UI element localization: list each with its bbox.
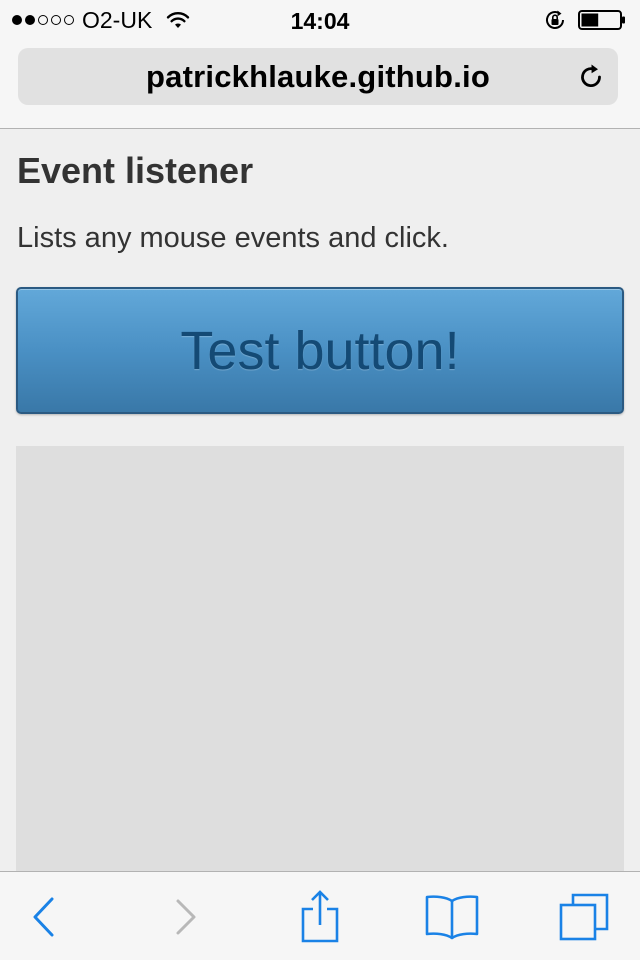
- share-button[interactable]: [290, 872, 350, 960]
- event-log-area: [16, 446, 624, 872]
- url-text[interactable]: patrickhlauke.github.io: [18, 48, 618, 105]
- bookmarks-icon: [425, 894, 479, 939]
- tabs-icon: [559, 893, 609, 940]
- page-title: Event listener: [17, 150, 254, 191]
- forward-icon: [176, 899, 196, 934]
- reload-icon[interactable]: [576, 62, 606, 92]
- browser-address-area: patrickhlauke.github.io: [0, 40, 640, 129]
- bookmarks-button[interactable]: [420, 872, 484, 960]
- forward-button[interactable]: [156, 872, 216, 960]
- status-right: [544, 0, 626, 40]
- back-button[interactable]: [14, 872, 74, 960]
- page-description: Lists any mouse events and click.: [17, 222, 449, 254]
- share-icon: [301, 889, 339, 942]
- back-icon: [33, 897, 54, 936]
- tabs-button[interactable]: [552, 872, 616, 960]
- browser-toolbar: [0, 871, 640, 960]
- rotation-lock-icon: [546, 10, 564, 29]
- test-button[interactable]: Test button!: [16, 287, 624, 414]
- address-bar[interactable]: patrickhlauke.github.io: [18, 48, 618, 105]
- phone-screen: O2-UK 14:04 patrickhlauke.github.io Even…: [0, 0, 640, 960]
- status-bar: O2-UK 14:04: [0, 0, 640, 40]
- battery-icon: [578, 10, 625, 30]
